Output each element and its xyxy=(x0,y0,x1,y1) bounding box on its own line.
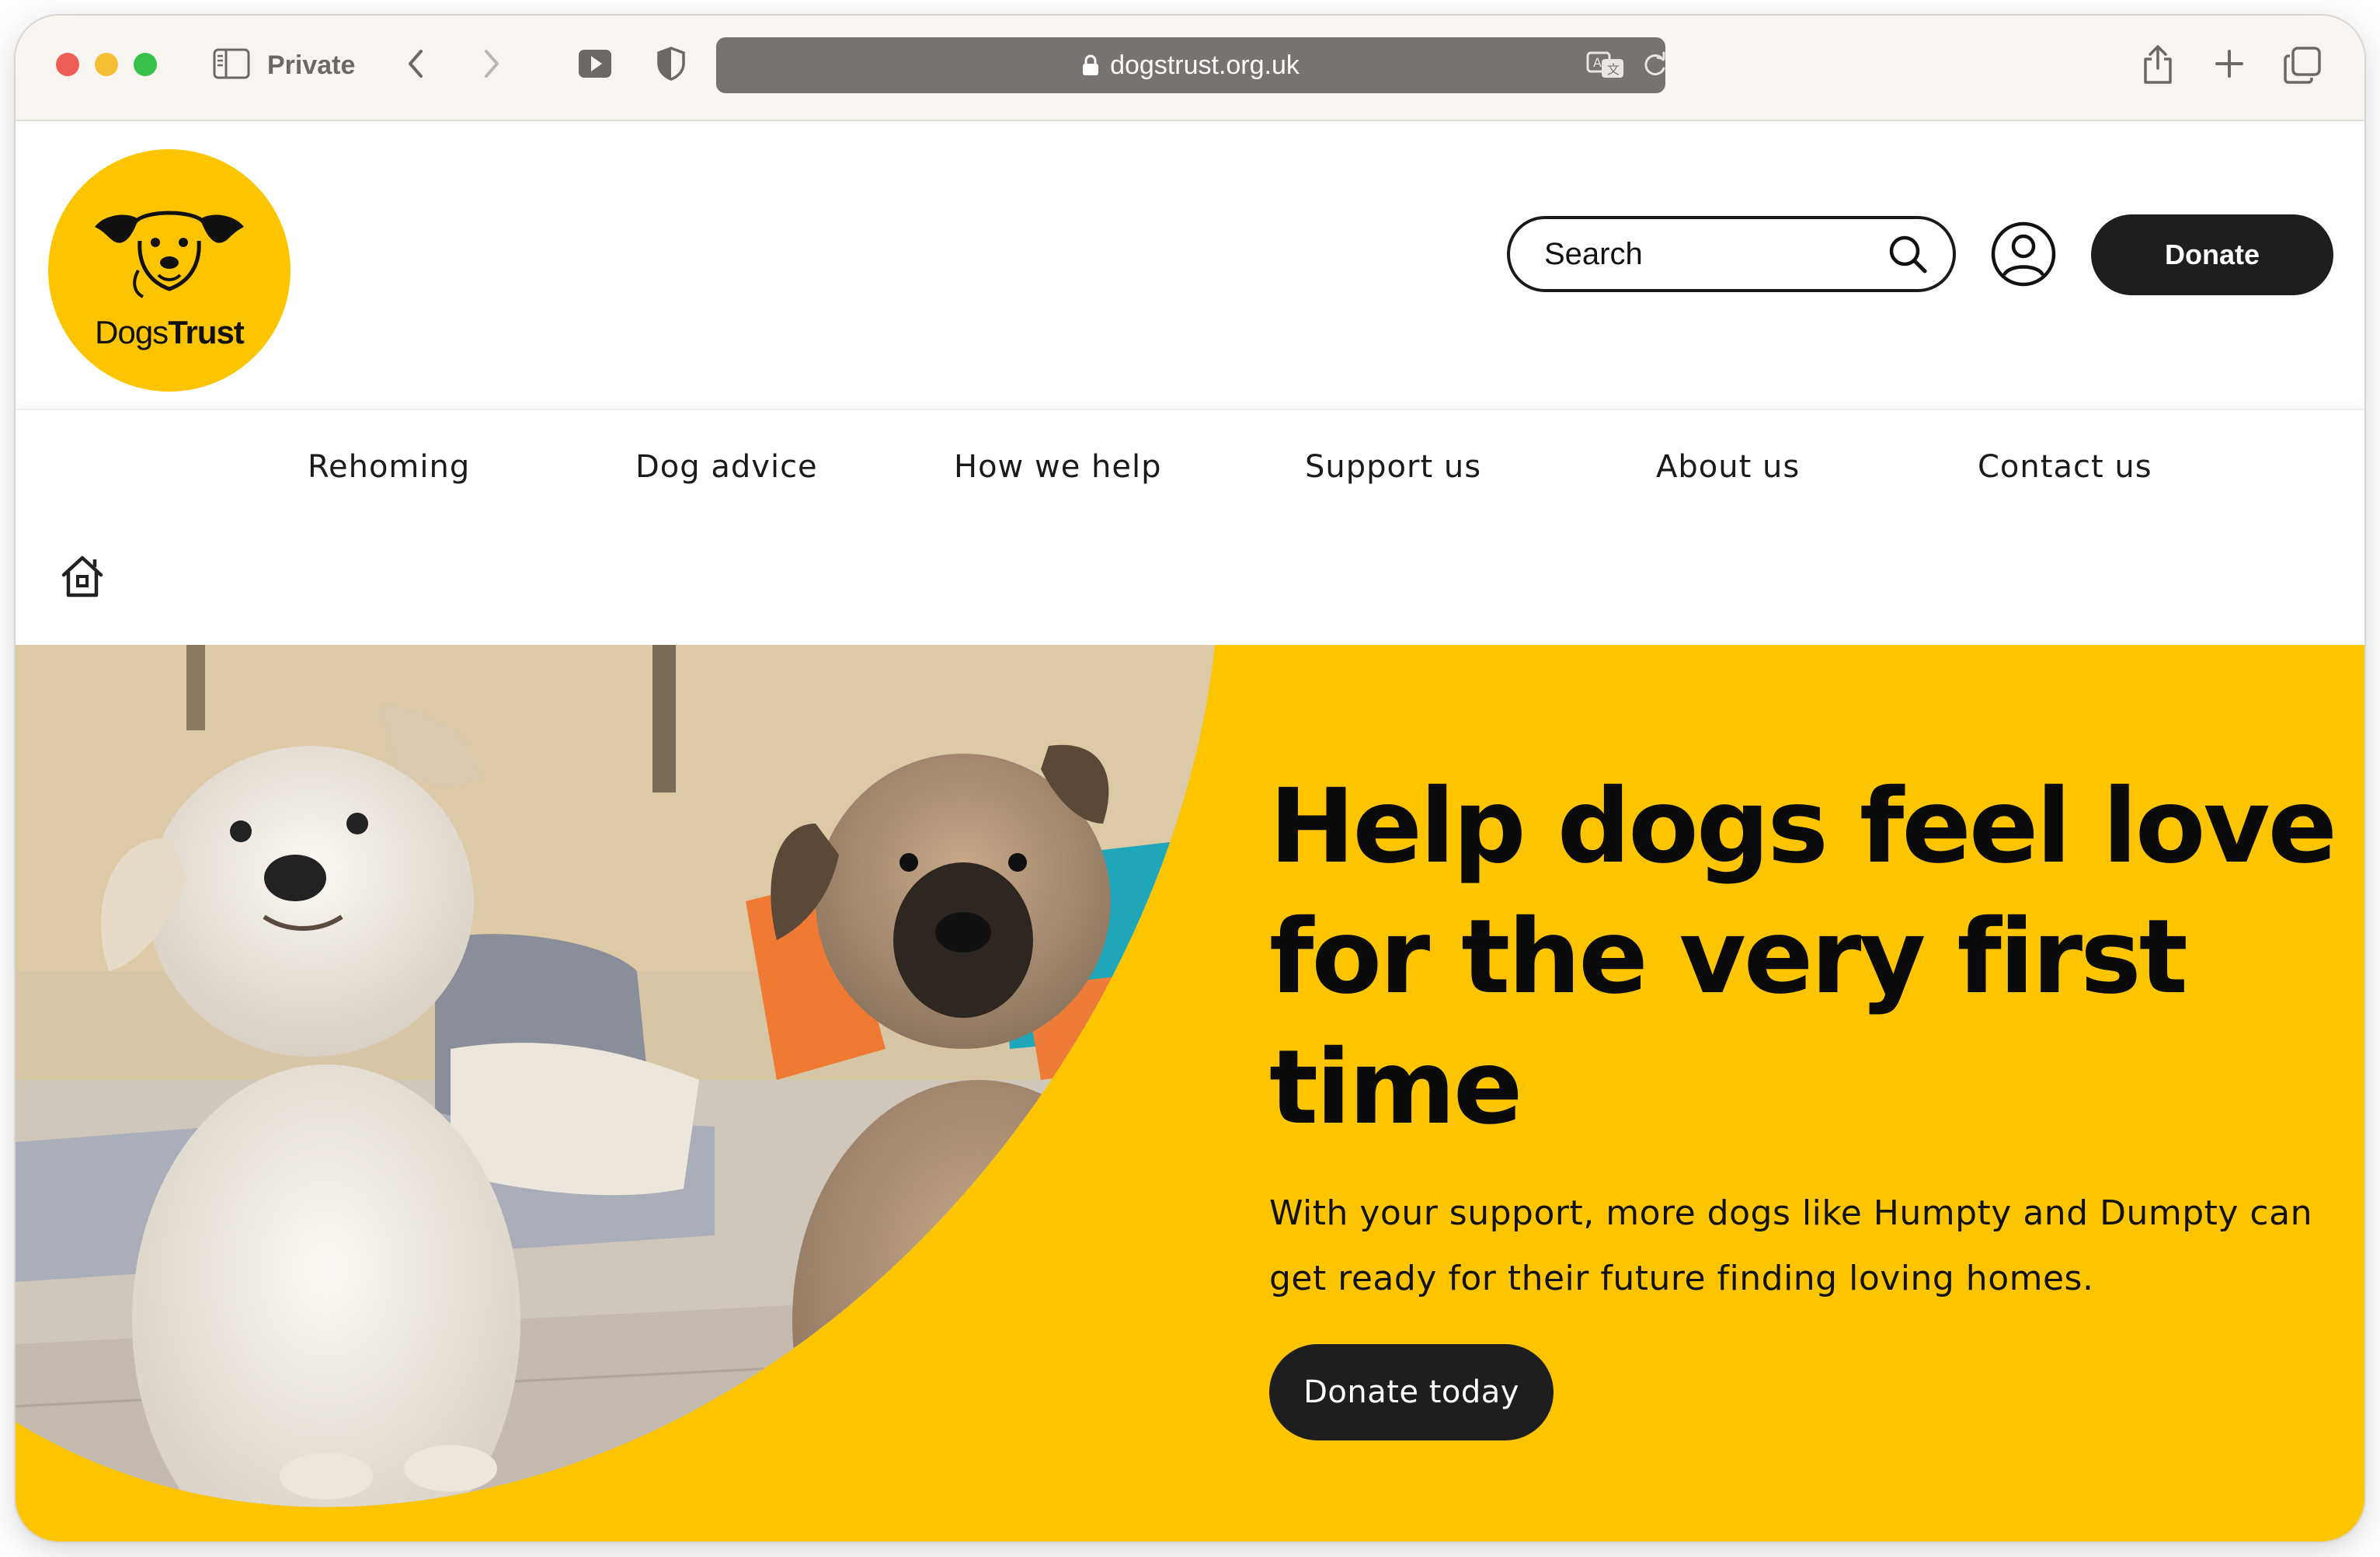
nav-item-rehoming[interactable]: Rehoming xyxy=(308,410,470,524)
shield-icon[interactable] xyxy=(652,45,690,82)
sidebar-icon[interactable] xyxy=(213,48,250,79)
url-text: dogstrust.org.uk xyxy=(1110,50,1300,80)
account-icon[interactable] xyxy=(1990,221,2057,287)
search-placeholder: Search xyxy=(1544,236,1643,271)
nav-item-about-us[interactable]: About us xyxy=(1656,410,1800,524)
share-icon[interactable] xyxy=(2139,42,2176,85)
site-header: DogsTrust Search Donate xyxy=(16,121,2364,409)
private-mode-label: Private xyxy=(267,51,356,80)
dogs-trust-logo[interactable]: DogsTrust xyxy=(48,149,291,392)
hero-puppies-image xyxy=(16,645,1215,1507)
translate-icon[interactable]: A文 xyxy=(1585,50,1628,81)
search-icon[interactable] xyxy=(1886,232,1929,276)
svg-text:A: A xyxy=(1593,55,1602,70)
minimize-window-button[interactable] xyxy=(95,53,118,76)
search-input[interactable]: Search xyxy=(1507,216,1956,292)
nav-item-contact-us[interactable]: Contact us xyxy=(1978,410,2152,524)
tabs-overview-icon[interactable] xyxy=(2282,45,2323,85)
new-tab-icon[interactable] xyxy=(2211,45,2248,82)
address-bar[interactable]: dogstrust.org.uk A文 xyxy=(716,37,1665,93)
hero-section: Help dogs feel love for the very first t… xyxy=(16,645,2364,1541)
zoom-window-button[interactable] xyxy=(134,53,157,76)
lock-icon xyxy=(1082,54,1099,76)
logo-text: DogsTrust xyxy=(95,314,245,350)
donate-button[interactable]: Donate xyxy=(2091,214,2333,295)
close-window-button[interactable] xyxy=(56,53,79,76)
nav-item-support-us[interactable]: Support us xyxy=(1305,410,1481,524)
main-nav: Rehoming Dog advice How we help Support … xyxy=(16,409,2364,525)
reload-icon[interactable] xyxy=(1639,50,1670,81)
browser-toolbar: Private dogstrust.org.uk A文 xyxy=(16,16,2364,121)
home-icon[interactable] xyxy=(57,552,107,601)
nav-item-how-we-help[interactable]: How we help xyxy=(954,410,1161,524)
back-icon[interactable] xyxy=(401,47,432,81)
media-icon[interactable] xyxy=(576,47,614,81)
svg-text:文: 文 xyxy=(1607,62,1620,77)
forward-icon[interactable] xyxy=(475,47,506,81)
nav-item-dog-advice[interactable]: Dog advice xyxy=(635,410,818,524)
hero-body: With your support, more dogs like Humpty… xyxy=(1269,1193,2312,1298)
hero-title: Help dogs feel love for the very first t… xyxy=(1269,767,2337,1148)
dog-face-icon xyxy=(95,211,244,298)
donate-today-button[interactable]: Donate today xyxy=(1269,1344,1554,1440)
browser-window: Private dogstrust.org.uk A文 DogsTrust Se… xyxy=(16,16,2364,1541)
breadcrumb xyxy=(16,524,2364,645)
